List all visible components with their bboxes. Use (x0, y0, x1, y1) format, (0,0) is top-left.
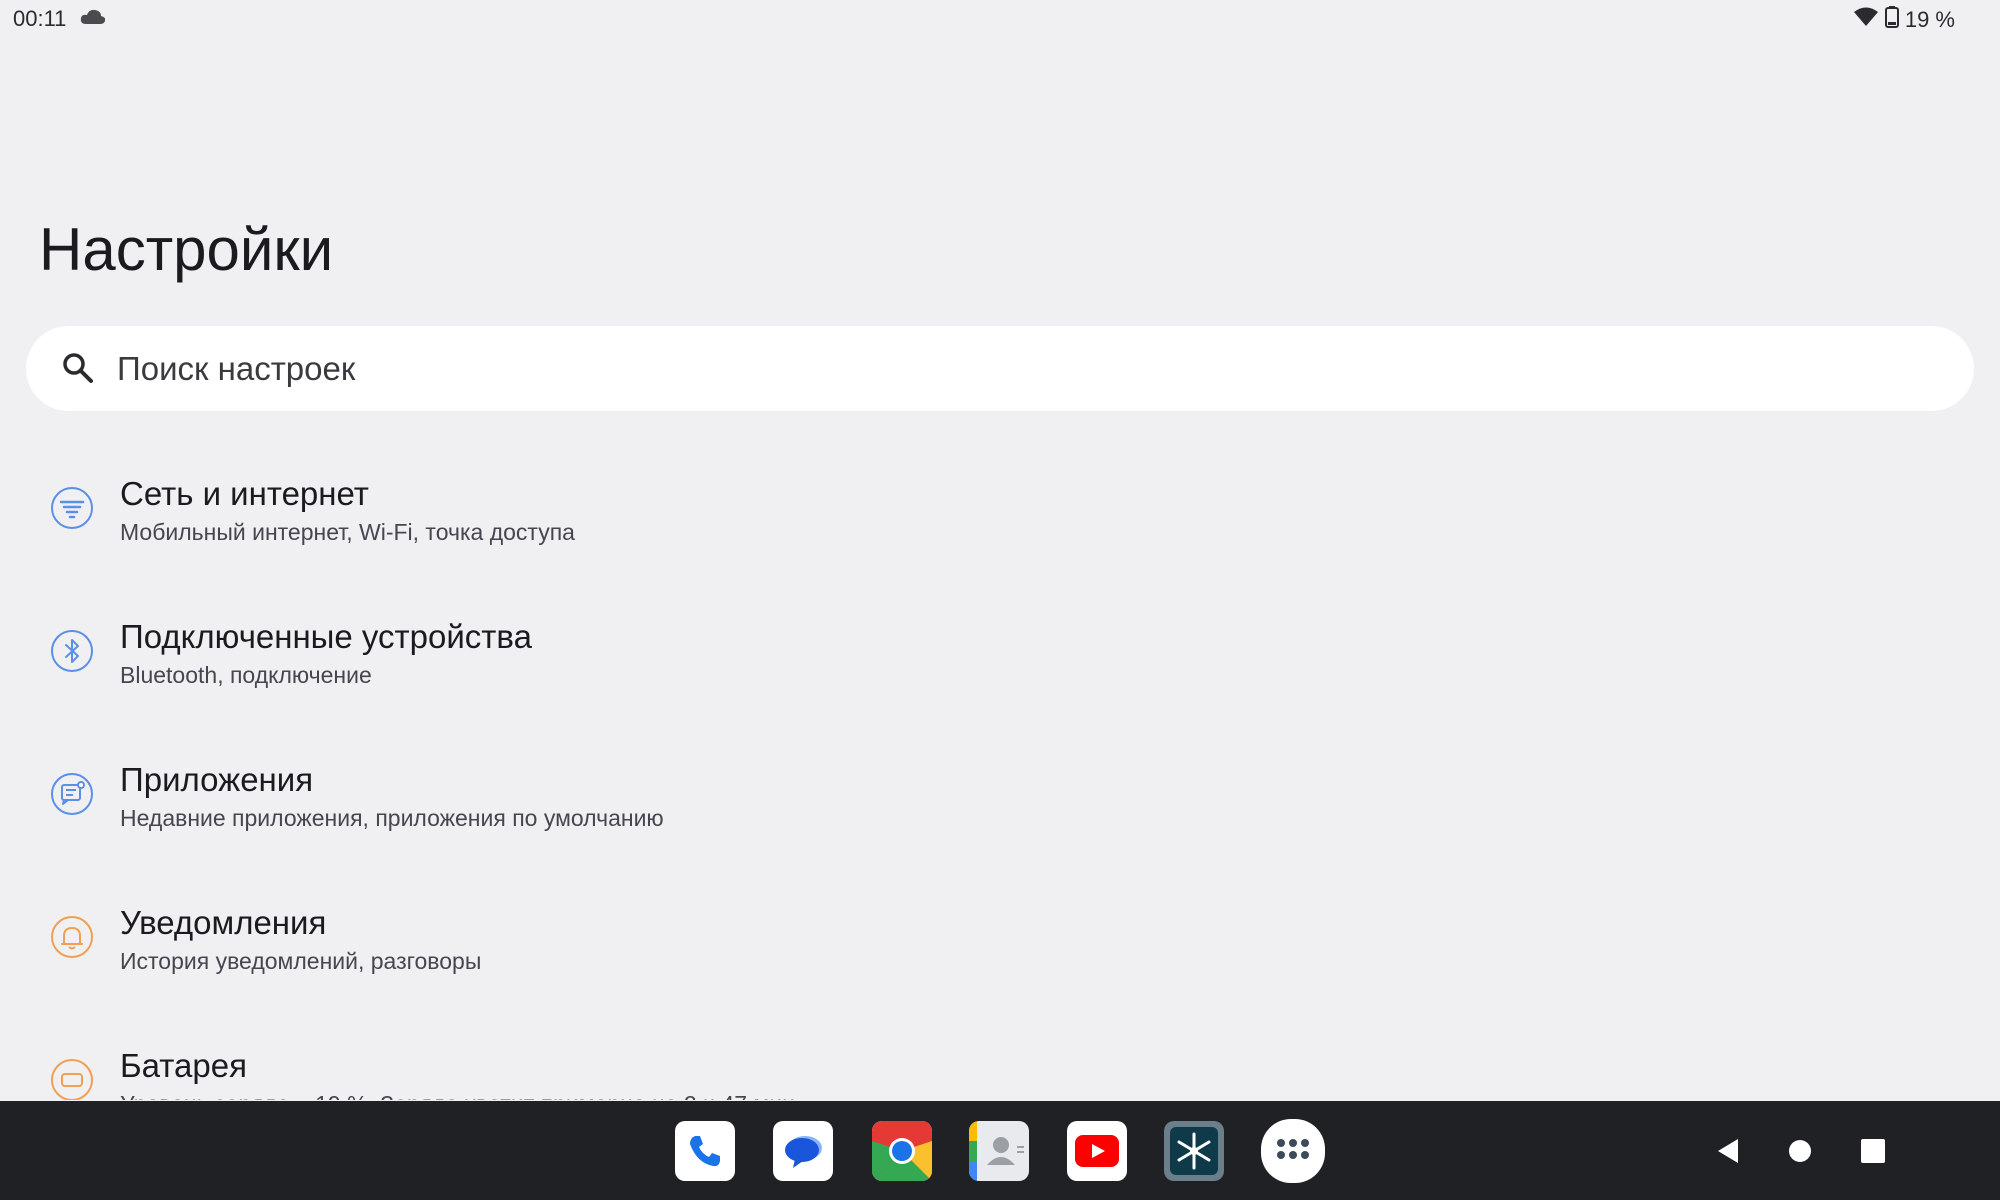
settings-item-summary: История уведомлений, разговоры (120, 948, 482, 974)
bluetooth-icon (50, 629, 94, 673)
app-drawer-icon (1277, 1139, 1309, 1159)
search-icon (62, 352, 94, 389)
cloud-icon (80, 9, 106, 30)
settings-item-notifications[interactable]: Уведомления История уведомлений, разгово… (0, 879, 2000, 1022)
search-bar[interactable]: Поиск настроек (26, 326, 1974, 411)
contacts-app[interactable] (969, 1121, 1029, 1181)
youtube-icon (1075, 1135, 1119, 1167)
network-icon (50, 486, 94, 530)
youtube-app[interactable] (1067, 1121, 1127, 1181)
settings-item-title: Сеть и интернет (120, 475, 369, 512)
settings-item-title: Уведомления (120, 904, 327, 941)
settings-list: Сеть и интернет Мобильный интернет, Wi-F… (0, 450, 2000, 1100)
contacts-icon (969, 1121, 1024, 1181)
messages-icon (785, 1136, 822, 1168)
battery-outline-icon (50, 1058, 94, 1100)
home-icon (1789, 1140, 1811, 1162)
back-button[interactable] (1708, 1131, 1748, 1171)
wifi-icon (1853, 7, 1879, 33)
settings-item-apps[interactable]: Приложения Недавние приложения, приложен… (0, 736, 2000, 879)
page-title: Настройки (39, 216, 334, 283)
settings-item-summary: Уровень заряда – 19 %. Заряда хватит при… (120, 1090, 795, 1100)
phone-icon (690, 1136, 720, 1167)
messages-app[interactable] (773, 1121, 833, 1181)
taskbar (0, 1101, 2000, 1200)
battery-icon (1884, 6, 1899, 34)
recents-icon (1861, 1139, 1885, 1163)
battery-percent: 19 % (1904, 7, 1955, 32)
chrome-app[interactable] (872, 1121, 932, 1181)
bell-icon (50, 915, 94, 959)
status-time: 00:11 (13, 6, 67, 31)
recents-button[interactable] (1853, 1131, 1893, 1171)
settings-item-title: Батарея (120, 1047, 247, 1084)
settings-item-battery[interactable]: Батарея Уровень заряда – 19 %. Заряда хв… (0, 1022, 2000, 1100)
freezer-app[interactable] (1164, 1121, 1224, 1181)
settings-item-summary: Bluetooth, подключение (120, 662, 372, 688)
status-indicators: 19 % (1853, 6, 1955, 34)
home-button[interactable] (1780, 1131, 1820, 1171)
settings-item-title: Подключенные устройства (120, 618, 532, 655)
phone-app[interactable] (675, 1121, 735, 1181)
back-icon (1718, 1139, 1738, 1163)
settings-item-network[interactable]: Сеть и интернет Мобильный интернет, Wi-F… (0, 450, 2000, 593)
settings-item-connected-devices[interactable]: Подключенные устройства Bluetooth, подкл… (0, 593, 2000, 736)
settings-item-summary: Недавние приложения, приложения по умолч… (120, 805, 664, 831)
settings-item-title: Приложения (120, 761, 314, 798)
apps-icon (50, 772, 94, 816)
chrome-icon (872, 1121, 932, 1181)
snowflake-icon (1170, 1127, 1218, 1175)
status-bar: 00:11 19 % (0, 0, 2000, 40)
search-placeholder: Поиск настроек (117, 350, 356, 387)
settings-item-summary: Мобильный интернет, Wi-Fi, точка доступа (120, 519, 575, 545)
all-apps-button[interactable] (1261, 1119, 1325, 1183)
